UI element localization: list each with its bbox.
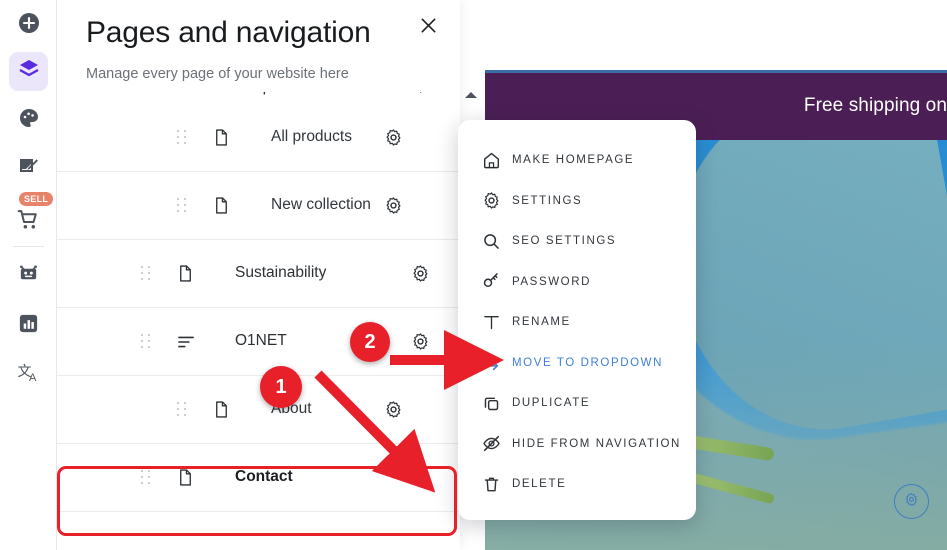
scroll-up-button[interactable]	[463, 88, 479, 104]
gear-icon	[904, 492, 919, 512]
rail-item-assistant[interactable]	[9, 256, 48, 295]
drag-handle-icon[interactable]	[177, 130, 189, 146]
page-row-label: Sustainability	[235, 264, 327, 281]
svg-text:A: A	[29, 372, 37, 384]
rail-item-design[interactable]	[9, 101, 48, 140]
page-row-settings-button[interactable]	[384, 400, 406, 422]
shopping-cart-icon	[16, 207, 41, 237]
context-menu-item[interactable]: MAKE HOMEPAGE	[458, 140, 696, 180]
context-menu-item-label: PASSWORD	[512, 275, 592, 288]
robot-icon	[17, 262, 40, 290]
rail-item-edit[interactable]	[9, 150, 48, 189]
page-row-label: O1NET	[235, 332, 287, 349]
translate-icon: 文A	[17, 361, 41, 390]
context-menu-item[interactable]: HIDE FROM NAVIGATION	[458, 424, 696, 464]
page-icon	[212, 196, 232, 216]
context-menu-item-label: SETTINGS	[512, 194, 583, 207]
context-menu-item-label: MAKE HOMEPAGE	[512, 154, 635, 166]
page-row-settings-button[interactable]	[411, 264, 433, 286]
plus-circle-icon	[17, 11, 41, 40]
context-menu-item-label: DUPLICATE	[512, 397, 591, 409]
screenshot-root: Free shipping on Cont	[0, 0, 947, 550]
context-menu-item[interactable]: DELETE	[458, 464, 696, 504]
rail-item-store[interactable]	[9, 202, 48, 241]
eye-off-icon	[481, 434, 501, 454]
corner-arrow-icon	[481, 353, 501, 373]
page-row[interactable]: About	[57, 376, 460, 444]
page-row-label: All products	[271, 128, 352, 145]
panel-header: Pages and navigation Manage every page o…	[57, 0, 460, 92]
page-icon	[212, 400, 232, 420]
left-icon-rail: SELL 文A	[0, 0, 57, 550]
context-menu-item-label: RENAME	[512, 316, 571, 328]
rail-divider	[13, 246, 44, 247]
sell-badge: SELL	[19, 192, 54, 206]
context-menu-item[interactable]: DUPLICATE	[458, 383, 696, 423]
drag-handle-icon[interactable]	[141, 266, 153, 282]
page-icon	[212, 128, 232, 148]
preview-top-strip	[485, 0, 947, 70]
panel-subtitle: Manage every page of your website here	[86, 66, 349, 82]
page-context-menu[interactable]: MAKE HOMEPAGE SETTINGS SEO SETTINGS PASSWOR…	[458, 120, 696, 520]
page-row[interactable]: O1NET	[57, 308, 460, 376]
rail-item-languages[interactable]: 文A	[9, 356, 48, 395]
context-menu-item[interactable]: SEO SETTINGS	[458, 221, 696, 261]
context-menu-item[interactable]: MOVE TO DROPDOWN	[458, 343, 696, 383]
chevron-up-icon	[464, 87, 478, 105]
drag-handle-icon[interactable]	[177, 402, 189, 418]
page-row-settings-button[interactable]	[384, 196, 406, 218]
rail-item-analytics[interactable]	[9, 306, 48, 345]
dropdown-list-icon	[176, 332, 196, 352]
search-icon	[481, 231, 501, 251]
copy-icon	[481, 393, 501, 413]
page-row-settings-button[interactable]	[384, 128, 406, 150]
edit-square-icon	[17, 155, 41, 184]
key-icon	[481, 272, 501, 292]
context-menu-item-label: HIDE FROM NAVIGATION	[512, 437, 681, 450]
page-row-settings-button[interactable]	[411, 332, 433, 354]
context-menu-item[interactable]: SETTINGS	[458, 181, 696, 221]
bar-chart-icon	[17, 312, 40, 340]
context-menu-item[interactable]: RENAME	[458, 302, 696, 342]
drag-handle-icon[interactable]	[141, 334, 153, 350]
drag-handle-icon[interactable]	[177, 198, 189, 214]
context-menu-item-label: SEO SETTINGS	[512, 235, 617, 247]
banner-text: Free shipping on	[803, 95, 947, 116]
context-menu-item-label: MOVE TO DROPDOWN	[512, 356, 664, 369]
page-row-label: New collection	[271, 196, 371, 213]
context-menu-item-label: DELETE	[512, 478, 567, 490]
close-button[interactable]	[416, 16, 440, 40]
rail-item-add[interactable]	[9, 6, 48, 45]
rail-item-pages[interactable]	[9, 52, 48, 91]
trash-icon	[481, 474, 501, 494]
page-row[interactable]: All products	[57, 104, 460, 172]
home-icon	[481, 150, 501, 170]
page-title: Pages and navigation	[86, 16, 371, 49]
contact-gear-button-highlight[interactable]	[894, 484, 929, 519]
page-row-label: About	[271, 400, 312, 417]
close-icon	[419, 16, 438, 40]
page-icon	[176, 264, 196, 284]
layers-icon	[17, 57, 41, 86]
context-menu-item[interactable]: PASSWORD	[458, 262, 696, 302]
text-t-icon	[481, 312, 501, 332]
palette-icon	[17, 106, 41, 135]
selected-row-highlight	[57, 466, 457, 536]
page-row[interactable]: Sustainability	[57, 240, 460, 308]
gear-icon	[481, 191, 501, 211]
page-row[interactable]: New collection	[57, 172, 460, 240]
